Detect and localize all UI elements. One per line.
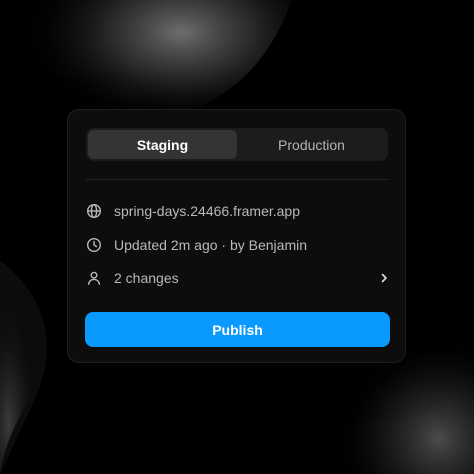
environment-tabs: Staging Production bbox=[86, 128, 388, 161]
updated-row: Updated 2m ago · by Benjamin bbox=[86, 233, 390, 257]
changes-row[interactable]: 2 changes bbox=[86, 266, 390, 290]
tab-production[interactable]: Production bbox=[237, 130, 386, 159]
tab-label: Production bbox=[278, 136, 345, 153]
updated-text: Updated 2m ago · by Benjamin bbox=[114, 237, 307, 253]
tab-staging[interactable]: Staging bbox=[88, 130, 237, 159]
tab-label: Staging bbox=[136, 136, 189, 153]
domain-row[interactable]: spring-days.24466.framer.app bbox=[86, 199, 390, 223]
domain-link[interactable]: spring-days.24466.framer.app bbox=[114, 203, 300, 219]
clock-icon bbox=[86, 237, 102, 253]
divider bbox=[86, 179, 388, 180]
canvas: Staging Production spring-days.24466.fra… bbox=[0, 0, 474, 474]
publish-panel: Staging Production spring-days.24466.fra… bbox=[67, 109, 406, 363]
publish-button[interactable]: Publish bbox=[85, 312, 390, 347]
changes-text: 2 changes bbox=[114, 270, 179, 286]
chevron-right-icon[interactable] bbox=[378, 272, 390, 284]
user-icon bbox=[86, 270, 102, 286]
globe-icon bbox=[86, 203, 102, 219]
